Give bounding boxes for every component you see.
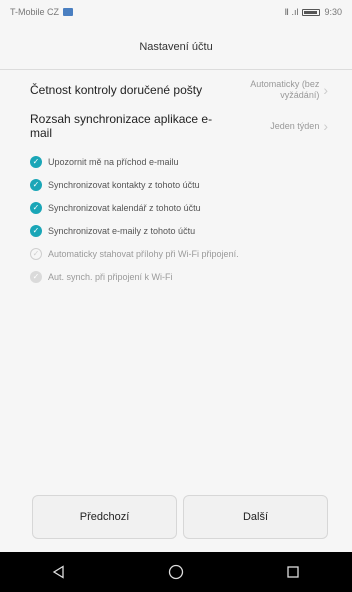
checkbox-label: Upozornit mě na příchod e-mailu bbox=[48, 156, 179, 167]
clock: 9:30 bbox=[324, 7, 342, 17]
page-title: Nastavení účtu bbox=[139, 40, 213, 53]
setting-value-wrap: Jeden týden › bbox=[270, 119, 328, 133]
home-button[interactable] bbox=[156, 552, 196, 592]
setting-label: Četnost kontroly doručené pošty bbox=[30, 83, 203, 97]
check-icon: ✓ bbox=[30, 201, 42, 214]
home-circle-icon bbox=[168, 564, 184, 580]
checkbox-auto-download-attachments[interactable]: ✓ Automaticky stahovat přílohy při Wi-Fi… bbox=[30, 242, 352, 265]
checkbox-label: Automaticky stahovat přílohy při Wi-Fi p… bbox=[48, 248, 239, 259]
setting-sync-range[interactable]: Rozsah synchronizace aplikace e-mail Jed… bbox=[30, 108, 328, 144]
status-bar: T-Mobile CZ Ⅱ .ıl 9:30 bbox=[0, 0, 352, 24]
checkbox-sync-emails[interactable]: ✓ Synchronizovat e-maily z tohoto účtu bbox=[30, 219, 352, 242]
checkbox-sync-calendar[interactable]: ✓ Synchronizovat kalendář z tohoto účtu bbox=[30, 196, 352, 219]
checkbox-label: Synchronizovat e-maily z tohoto účtu bbox=[48, 225, 196, 236]
recents-button[interactable] bbox=[273, 552, 313, 592]
setting-value-wrap: Automaticky (bez vyžádání) › bbox=[247, 79, 328, 101]
check-icon: ✓ bbox=[30, 270, 42, 283]
carrier-name: T-Mobile CZ bbox=[10, 7, 60, 17]
check-icon: ✓ bbox=[30, 155, 42, 168]
checkbox-sync-contacts[interactable]: ✓ Synchronizovat kontakty z tohoto účtu bbox=[30, 173, 352, 196]
checkbox-notify-new-mail[interactable]: ✓ Upozornit mě na příchod e-mailu bbox=[30, 150, 352, 173]
checkbox-label: Synchronizovat kalendář z tohoto účtu bbox=[48, 202, 201, 213]
bottom-button-bar: Předchozí Další bbox=[32, 495, 328, 539]
chevron-right-icon: › bbox=[323, 82, 328, 98]
back-triangle-icon bbox=[52, 565, 64, 579]
status-right: Ⅱ .ıl 9:30 bbox=[285, 7, 342, 18]
page-title-bar: Nastavení účtu bbox=[0, 24, 352, 70]
settings-list: Četnost kontroly doručené pošty Automati… bbox=[0, 72, 352, 288]
signal-icon: Ⅱ .ıl bbox=[284, 6, 299, 17]
check-icon: ✓ bbox=[30, 224, 42, 237]
back-button[interactable] bbox=[39, 552, 79, 592]
next-button[interactable]: Další bbox=[183, 495, 328, 539]
status-left: T-Mobile CZ bbox=[10, 7, 74, 17]
notification-icon bbox=[63, 8, 74, 16]
previous-button[interactable]: Předchozí bbox=[32, 495, 177, 539]
check-icon: ✓ bbox=[30, 178, 42, 191]
checkbox-label: Synchronizovat kontakty z tohoto účtu bbox=[48, 179, 200, 190]
battery-icon bbox=[302, 8, 321, 16]
chevron-right-icon: › bbox=[323, 118, 328, 134]
recents-square-icon bbox=[287, 566, 299, 578]
checkbox-auto-sync-wifi: ✓ Aut. synch. při připojení k Wi-Fi bbox=[30, 265, 352, 288]
navigation-bar bbox=[0, 552, 352, 592]
setting-check-frequency[interactable]: Četnost kontroly doručené pošty Automati… bbox=[30, 72, 328, 108]
setting-value: Jeden týden bbox=[270, 120, 320, 131]
check-icon: ✓ bbox=[30, 247, 42, 260]
setting-value: Automaticky (bez vyžádání) bbox=[250, 79, 320, 100]
checkbox-label: Aut. synch. při připojení k Wi-Fi bbox=[48, 271, 173, 282]
setting-label: Rozsah synchronizace aplikace e-mail bbox=[30, 112, 213, 140]
